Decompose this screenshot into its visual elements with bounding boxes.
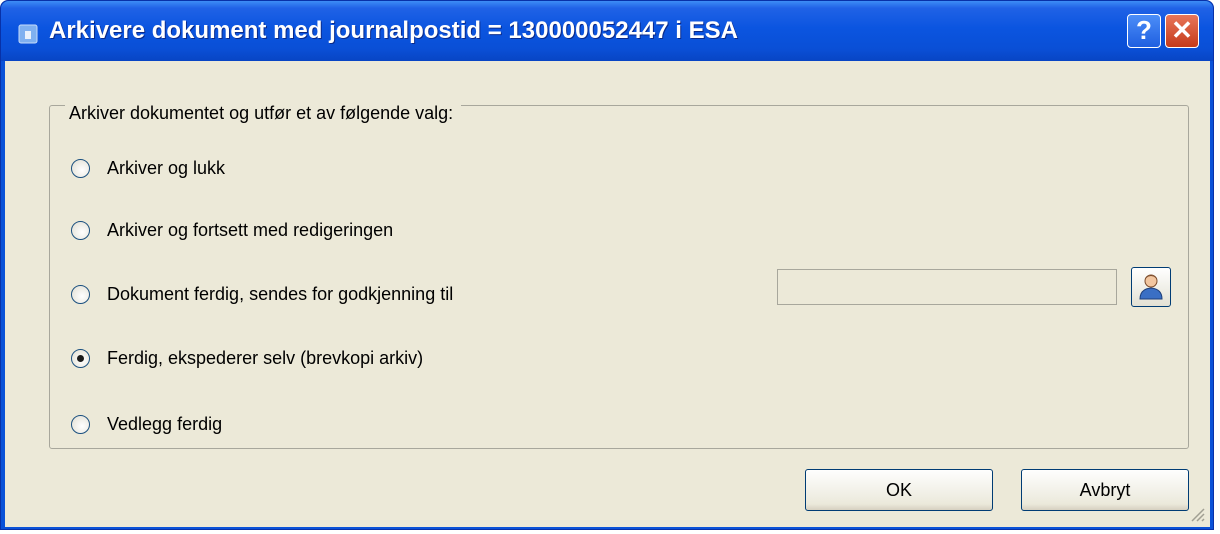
groupbox-legend: Arkiver dokumentet og utfør et av følgen… — [65, 103, 462, 124]
option-label[interactable]: Arkiver og fortsett med redigeringen — [107, 220, 393, 241]
option-archive-close[interactable]: Arkiver og lukk — [71, 155, 225, 181]
window-title: Arkivere dokument med journalpostid = 13… — [49, 17, 738, 44]
title-bar[interactable]: Arkivere dokument med journalpostid = 13… — [1, 1, 1213, 61]
dialog-body: Arkiver dokumentet og utfør et av følgen… — [5, 61, 1210, 527]
person-icon — [1139, 274, 1163, 300]
ok-button[interactable]: OK — [805, 469, 993, 511]
radio-attachment-done[interactable] — [71, 414, 90, 434]
help-button[interactable]: ? — [1127, 14, 1161, 48]
option-dispatch-self[interactable]: Ferdig, ekspederer selv (brevkopi arkiv) — [71, 345, 423, 371]
option-attachment-done[interactable]: Vedlegg ferdig — [71, 411, 222, 437]
option-label[interactable]: Vedlegg ferdig — [107, 414, 222, 435]
approver-field[interactable] — [777, 269, 1117, 305]
resize-grip-icon[interactable] — [1188, 505, 1206, 523]
cancel-button[interactable]: Avbryt — [1021, 469, 1189, 511]
option-send-for-approval[interactable]: Dokument ferdig, sendes for godkjenning … — [71, 281, 453, 307]
option-label[interactable]: Dokument ferdig, sendes for godkjenning … — [107, 284, 453, 305]
option-label[interactable]: Arkiver og lukk — [107, 158, 225, 179]
option-label[interactable]: Ferdig, ekspederer selv (brevkopi arkiv) — [107, 348, 423, 369]
dialog-window: Arkivere dokument med journalpostid = 13… — [0, 0, 1214, 530]
radio-archive-continue[interactable] — [71, 220, 90, 240]
close-button[interactable]: ✕ — [1165, 14, 1199, 48]
option-archive-continue[interactable]: Arkiver og fortsett med redigeringen — [71, 217, 393, 243]
radio-archive-close[interactable] — [71, 158, 90, 178]
app-icon — [18, 24, 38, 44]
select-person-button[interactable] — [1131, 267, 1171, 307]
radio-dispatch-self[interactable] — [71, 348, 90, 368]
radio-send-for-approval[interactable] — [71, 284, 90, 304]
